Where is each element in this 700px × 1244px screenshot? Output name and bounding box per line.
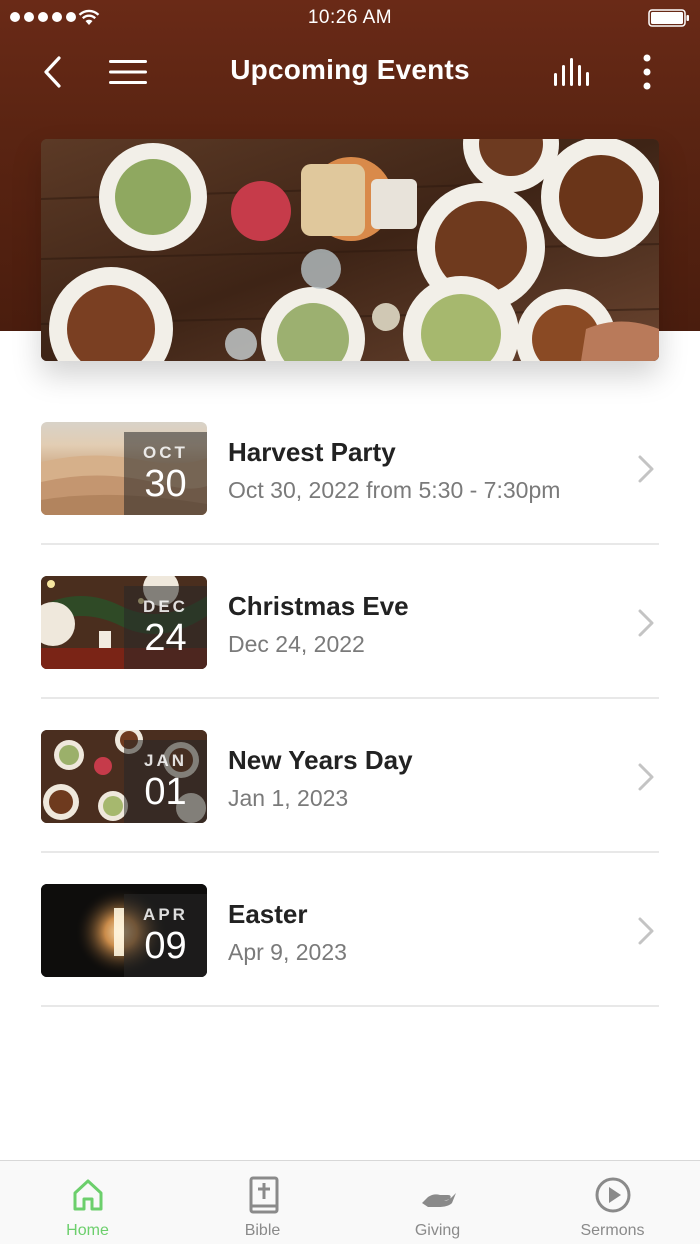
event-thumbnail: JAN 01 xyxy=(41,730,207,823)
event-month: OCT xyxy=(143,443,188,462)
event-day: 01 xyxy=(144,771,187,813)
tab-bar: Home Bible Giving Sermons xyxy=(0,1160,700,1244)
tab-giving[interactable]: Giving xyxy=(350,1161,525,1244)
event-month: DEC xyxy=(143,597,188,616)
event-title: Easter xyxy=(228,899,308,929)
page-title: Upcoming Events xyxy=(230,54,470,85)
tab-sermons[interactable]: Sermons xyxy=(525,1161,700,1244)
tab-home[interactable]: Home xyxy=(0,1161,175,1244)
hero-image xyxy=(41,139,659,361)
event-title: New Years Day xyxy=(228,745,413,775)
bible-icon xyxy=(249,1176,278,1214)
chevron-right-icon xyxy=(638,763,654,791)
event-day: 24 xyxy=(144,617,187,659)
event-date-badge: JAN 01 xyxy=(124,740,207,823)
play-circle-icon xyxy=(595,1177,630,1213)
chevron-right-icon xyxy=(638,455,654,483)
tab-label: Giving xyxy=(414,1222,461,1239)
giving-hand-icon xyxy=(421,1193,456,1207)
tab-bible[interactable]: Bible xyxy=(175,1161,350,1244)
event-day: 30 xyxy=(144,463,187,505)
chevron-right-icon xyxy=(638,917,654,945)
stats-button[interactable] xyxy=(550,50,594,94)
navigation-bar: Upcoming Events xyxy=(0,36,700,108)
event-month: APR xyxy=(143,905,188,924)
more-vertical-icon xyxy=(643,54,651,90)
event-thumbnail: DEC 24 xyxy=(41,576,207,669)
more-button[interactable] xyxy=(625,50,669,94)
event-row-new-years-day[interactable]: JAN 01 New Years Day Jan 1, 2023 xyxy=(41,699,659,853)
event-thumbnail: OCT 30 xyxy=(41,422,207,515)
event-row-harvest-party[interactable]: OCT 30 Harvest Party Oct 30, 2022 from 5… xyxy=(41,391,659,545)
event-date-badge: DEC 24 xyxy=(124,586,207,669)
status-bar: 10:26 AM xyxy=(0,0,700,36)
event-date-badge: OCT 30 xyxy=(124,432,207,515)
event-list: OCT 30 Harvest Party Oct 30, 2022 from 5… xyxy=(41,391,659,1007)
event-row-christmas-eve[interactable]: DEC 24 Christmas Eve Dec 24, 2022 xyxy=(41,545,659,699)
bar-chart-icon xyxy=(554,58,589,86)
event-thumbnail: APR 09 xyxy=(41,884,207,977)
chevron-right-icon xyxy=(638,609,654,637)
event-month: JAN xyxy=(143,751,187,770)
tab-label: Bible xyxy=(244,1222,281,1239)
status-time: 10:26 AM xyxy=(307,7,393,28)
event-date-badge: APR 09 xyxy=(124,894,207,977)
event-row-easter[interactable]: APR 09 Easter Apr 9, 2023 xyxy=(41,853,659,1007)
food-table-illustration xyxy=(41,139,659,361)
event-title: Christmas Eve xyxy=(228,591,409,621)
event-date: Apr 9, 2023 xyxy=(228,939,347,965)
tab-label: Home xyxy=(66,1222,109,1239)
event-date: Jan 1, 2023 xyxy=(228,785,349,811)
event-date: Oct 30, 2022 from 5:30 - 7:30pm xyxy=(228,477,561,503)
home-icon xyxy=(73,1179,102,1211)
event-date: Dec 24, 2022 xyxy=(228,631,365,657)
event-day: 09 xyxy=(144,925,187,967)
battery-icon xyxy=(648,9,689,27)
tab-label: Sermons xyxy=(580,1222,645,1239)
event-title: Harvest Party xyxy=(228,437,396,467)
